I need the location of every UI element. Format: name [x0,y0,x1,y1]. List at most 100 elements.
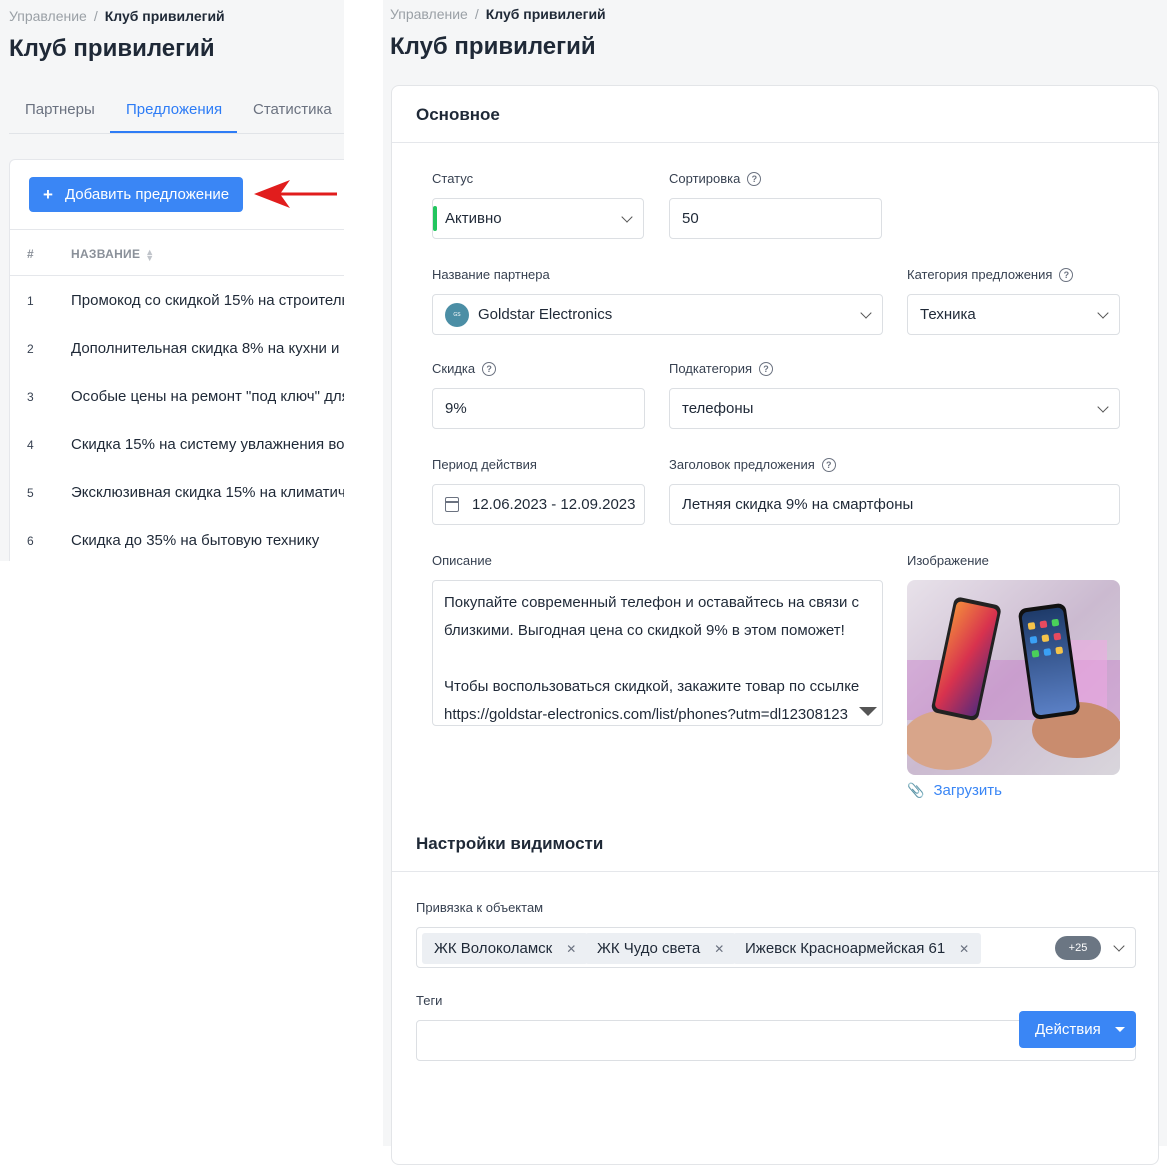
breadcrumb-current: Клуб привилегий [104,8,225,24]
help-icon[interactable]: ? [759,361,774,376]
category-value: Техника [920,306,976,323]
chevron-down-icon [1097,307,1109,319]
description-line [444,645,871,673]
offers-table-card: + Добавить предложение # НАЗВАНИЕ ▲ ▼ 1 Пр… [9,159,344,561]
column-name[interactable]: НАЗВАНИЕ ▲ ▼ [71,247,155,262]
tab-statistics[interactable]: Статистика [253,101,332,118]
table-row[interactable]: 4 Скидка 15% на систему увлажнения воз, [10,421,344,469]
breadcrumb-separator: / [93,8,98,24]
row-name[interactable]: Особые цены на ремонт "под ключ" для [71,388,344,405]
add-offer-label: Добавить предложение [64,186,230,203]
objects-label: Привязка к объектам [416,900,544,915]
offer-title-input[interactable]: Летняя скидка 9% на смартфоны [669,484,1120,525]
status-label: Статус [432,171,474,186]
section-visibility-title: Настройки видимости [416,834,604,853]
breadcrumb-root[interactable]: Управление [9,8,87,24]
description-label: Описание [432,553,492,568]
page-title: Клуб привилегий [9,35,215,62]
column-num: # [27,247,34,261]
actions-button[interactable]: Действия [1019,1011,1136,1048]
status-select[interactable]: Активно [432,198,644,239]
subcategory-label: Подкатегория? [669,361,774,376]
category-select[interactable]: Техника [907,294,1120,335]
chip-remove-icon[interactable]: ✕ [959,942,969,956]
sort-value: 50 [682,210,699,227]
tab-partners[interactable]: Партнеры [25,101,95,118]
objects-multiselect[interactable]: ЖК Волоколамск ✕ ЖК Чудо света ✕ Ижевск Кр… [416,927,1136,968]
chevron-down-icon [621,211,633,223]
breadcrumb-separator: / [474,6,479,22]
description-line: Покупайте современный телефон и оставайт… [444,594,860,611]
image-label: Изображение [907,553,989,568]
row-number: 2 [27,342,34,356]
row-name[interactable]: Промокод со скидкой 15% на строитель [71,292,344,309]
row-number: 1 [27,294,34,308]
period-datepicker[interactable]: 12.06.2023 - 12.09.2023 [432,484,645,525]
discount-value: 9% [445,400,467,417]
discount-input[interactable]: 9% [432,388,645,429]
offers-list-screen: Управление / Клуб привилегий Клуб привилег… [0,0,344,561]
help-icon[interactable]: ? [747,171,762,186]
plus-icon: + [43,184,53,204]
offer-edit-screen: Управление / Клуб привилегий Клуб привилег… [383,0,1167,1165]
sort-label: Сортировка? [669,171,762,186]
description-line: близкими. Выгодная цена со скидкой 9% в … [444,622,845,639]
help-icon[interactable]: ? [821,457,836,472]
smartphones-photo-icon [907,580,1120,775]
category-label: Категория предложения? [907,267,1074,282]
paperclip-icon: 📎 [907,782,925,798]
chip-remove-icon[interactable]: ✕ [714,942,724,956]
tab-bar: Партнеры Предложения Статистика [9,88,344,134]
offer-form-card: Основное Статус Активно Сортировка? 50 Н… [391,85,1160,1165]
table-row[interactable]: 3 Особые цены на ремонт "под ключ" для [10,373,344,421]
chip-remove-icon[interactable]: ✕ [566,942,576,956]
red-arrow-annotation-icon [254,180,337,208]
add-offer-button[interactable]: + Добавить предложение [29,177,243,212]
section-main-title: Основное [416,105,500,124]
breadcrumb: Управление / Клуб привилегий [9,8,225,24]
breadcrumb: Управление / Клуб привилегий [390,6,606,22]
tags-label: Теги [416,993,443,1008]
chevron-down-icon [1113,940,1125,952]
breadcrumb-root[interactable]: Управление [390,6,468,22]
help-icon[interactable]: ? [482,361,497,376]
offer-image [907,580,1120,775]
period-value: 12.06.2023 - 12.09.2023 [472,496,636,513]
divider [392,871,1160,872]
partner-select[interactable]: GS Goldstar Electronics [432,294,883,335]
more-objects-badge[interactable]: +25 [1055,936,1101,960]
sort-icon[interactable]: ▲ ▼ [145,247,154,262]
row-number: 4 [27,438,34,452]
tab-offers[interactable]: Предложения [126,101,222,118]
partner-value: Goldstar Electronics [478,306,613,323]
help-icon[interactable]: ? [1059,267,1074,282]
subcategory-value: телефоны [682,400,754,417]
chevron-down-icon [1097,401,1109,413]
chevron-down-icon [860,307,872,319]
description-line: https://goldstar-electronics.com/list/ph… [444,706,848,723]
subcategory-select[interactable]: телефоны [669,388,1120,429]
column-name-label: НАЗВАНИЕ [71,247,141,261]
resize-caret-icon[interactable] [859,707,877,716]
description-textarea[interactable]: Покупайте современный телефон и оставайт… [432,580,883,726]
upload-image-link[interactable]: 📎 Загрузить [907,782,1002,799]
row-name[interactable]: Эксклюзивная скидка 15% на климатиче [71,484,344,501]
status-indicator [433,206,437,231]
row-number: 6 [27,534,34,548]
page-title: Клуб привилегий [390,33,596,60]
table-row[interactable]: 6 Скидка до 35% на бытовую технику [10,517,344,561]
row-name[interactable]: Дополнительная скидка 8% на кухни и м [71,340,344,357]
active-tab-indicator [110,131,237,133]
table-row[interactable]: 5 Эксклюзивная скидка 15% на климатиче [10,469,344,517]
sort-input[interactable]: 50 [669,198,882,239]
object-chip: Ижевск Красноармейская 61 ✕ [733,933,982,964]
row-number: 5 [27,486,34,500]
caret-down-icon [1114,1027,1125,1032]
calendar-icon [445,497,459,512]
description-line: Чтобы воспользоваться скидкой, закажите … [444,678,860,695]
offer-title-label: Заголовок предложения? [669,457,836,472]
row-name[interactable]: Скидка до 35% на бытовую технику [71,532,319,549]
table-row[interactable]: 2 Дополнительная скидка 8% на кухни и м [10,325,344,373]
row-name[interactable]: Скидка 15% на систему увлажнения воз, [71,436,344,453]
table-row[interactable]: 1 Промокод со скидкой 15% на строитель [10,277,344,325]
